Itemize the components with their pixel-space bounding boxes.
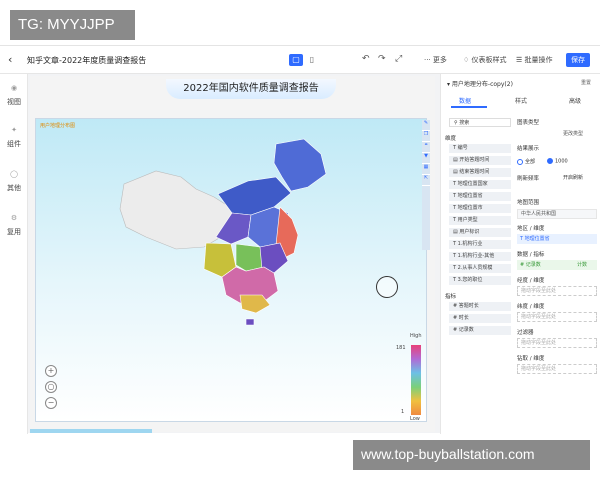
component-icon: ✦	[11, 126, 17, 134]
result-label: 结果展示	[517, 146, 540, 152]
color-legend-bar	[411, 345, 421, 415]
reuse-icon: ⚙	[10, 214, 18, 222]
save-button[interactable]: 保存	[566, 53, 590, 67]
legend-low-label: Low	[410, 416, 420, 422]
desktop-mode-icon[interactable]: ▢	[289, 54, 303, 66]
field-item[interactable]: T 1.机构行业	[449, 240, 511, 249]
panel-header: ▾ 用户地理分布-copy(2)	[447, 81, 513, 88]
field-item[interactable]: T 地理位置省	[449, 192, 511, 201]
fullscreen-icon[interactable]: ⤢	[395, 54, 402, 64]
watermark-top: TG: MYYJJPP	[10, 10, 135, 40]
chart-config: 图表类型 更改类型 结果展示 全部 1000 刷新频率 开启刷新 地图范围 中华…	[517, 114, 599, 434]
result-all-option[interactable]: 全部	[517, 158, 535, 165]
document-title: 知乎文章-2022年度质量调查报告	[27, 56, 147, 65]
legend-high-label: High	[410, 333, 422, 339]
tab-advanced[interactable]: 高级	[569, 96, 581, 105]
latitude-dropzone[interactable]: 拖动字段至此处	[517, 312, 597, 322]
reset-button[interactable]: 重置	[581, 79, 591, 86]
zoom-reset-button[interactable]: ○	[45, 381, 57, 393]
map-range-label: 地图范围	[517, 200, 540, 206]
dashboard-style-button[interactable]: ♢ 仪表板样式	[463, 55, 507, 65]
link-icon[interactable]: ⚭	[422, 142, 430, 153]
app-screenshot: ‹ 知乎文章-2022年度质量调查报告 ▢ ▯ ↶ ↷ ⤢ ··· 更多 ♢ 仪…	[0, 45, 600, 434]
region-field-chip[interactable]: T 地理位置省	[517, 234, 597, 244]
longitude-label: 经度 / 维度	[517, 278, 545, 284]
legend-min-value: 1	[401, 409, 405, 415]
chart-type-select[interactable]: 更改类型	[563, 130, 583, 137]
refresh-toggle[interactable]: 开启刷新	[563, 174, 583, 181]
field-item[interactable]: T 编号	[449, 144, 511, 153]
field-item[interactable]: T 1.机构行业-其他	[449, 252, 511, 261]
latitude-label: 纬度 / 维度	[517, 304, 545, 310]
more-button[interactable]: ··· 更多	[424, 55, 447, 65]
next-widget-edge	[30, 429, 152, 433]
undo-icon[interactable]: ↶	[362, 54, 370, 64]
chart-type-label: 图表类型	[517, 120, 540, 126]
legend-max-value: 181	[396, 345, 406, 351]
result-count-option[interactable]: 1000	[547, 158, 568, 165]
dimension-section-label: 维度	[445, 136, 457, 142]
china-map	[119, 138, 327, 326]
field-item[interactable]: T 地理位置市	[449, 204, 511, 213]
field-item[interactable]: T 2.从事人员规模	[449, 264, 511, 273]
back-arrow-icon[interactable]: ‹	[8, 53, 12, 66]
field-item[interactable]: T 地理位置国家	[449, 180, 511, 189]
nav-component[interactable]: ✦ 组件	[0, 126, 28, 149]
longitude-dropzone[interactable]: 拖动字段至此处	[517, 286, 597, 296]
region-label: 地区 / 维度	[517, 226, 545, 232]
map-widget[interactable]: 用户地理分布图 + ○ − High 181 1 Low	[35, 118, 427, 422]
batch-operation-button[interactable]: ☰ 批量操作	[516, 55, 553, 65]
mouse-cursor-highlight	[376, 276, 398, 298]
zoom-in-button[interactable]: +	[45, 365, 57, 377]
tab-data[interactable]: 数据	[459, 96, 471, 105]
export-icon[interactable]: ⇱	[422, 175, 430, 186]
radio-count[interactable]	[547, 158, 553, 164]
measure-item[interactable]: # 答题时长	[449, 302, 511, 311]
edit-icon[interactable]: ✎	[422, 120, 430, 131]
field-item[interactable]: ▤ 开始答题时间	[449, 156, 511, 165]
dashboard-canvas: 2022年国内软件质量调查报告 用户地理分布图 + ○ − High 181 1…	[30, 76, 435, 432]
active-tab-indicator	[451, 106, 487, 108]
filter-label: 过滤器	[517, 330, 534, 336]
other-icon: ◯	[10, 170, 18, 178]
field-item[interactable]: T 3.您的职位	[449, 276, 511, 285]
field-item[interactable]: ▤ 用户标识	[449, 228, 511, 237]
measure-section-label: 指标	[445, 294, 457, 300]
properties-panel: ▾ 用户地理分布-copy(2) 重置 数据 样式 高级 ⚲ 搜索 维度 T 编…	[440, 74, 600, 434]
nav-other[interactable]: ◯ 其他	[0, 170, 28, 193]
refresh-label: 刷新频率	[517, 176, 540, 182]
mobile-mode-icon[interactable]: ▯	[305, 54, 319, 66]
radio-all[interactable]	[517, 158, 523, 165]
report-title[interactable]: 2022年国内软件质量调查报告	[166, 79, 336, 99]
field-list: ⚲ 搜索 维度 T 编号 ▤ 开始答题时间 ▤ 结束答题时间 T 地理位置国家 …	[443, 114, 513, 434]
widget-mini-toolbar: ✎ ❐ ⚭ ▼ ▦ ⇱	[422, 120, 430, 250]
chart-icon[interactable]: ▦	[422, 164, 430, 175]
measure-item[interactable]: # 时长	[449, 314, 511, 323]
drill-label: 钻取 / 维度	[517, 356, 545, 362]
copy-icon[interactable]: ❐	[422, 131, 430, 142]
field-item[interactable]: T 用户类型	[449, 216, 511, 225]
search-input[interactable]: ⚲ 搜索	[449, 118, 511, 127]
data-metric-label: 数据 / 指标	[517, 252, 545, 258]
measure-item[interactable]: # 记录数	[449, 326, 511, 335]
redo-icon[interactable]: ↷	[378, 54, 386, 64]
eye-icon: ◉	[10, 84, 18, 92]
zoom-out-button[interactable]: −	[45, 397, 57, 409]
map-region-hainan	[245, 318, 255, 326]
drill-dropzone[interactable]: 拖动字段至此处	[517, 364, 597, 374]
tab-style[interactable]: 样式	[515, 96, 527, 105]
map-range-select[interactable]: 中华人民共和国	[517, 209, 597, 219]
filter-dropzone[interactable]: 拖动字段至此处	[517, 338, 597, 348]
filter-icon[interactable]: ▼	[422, 153, 430, 164]
watermark-bottom: www.top-buyballstation.com	[353, 440, 590, 470]
left-nav: ◉ 视图 ✦ 组件 ◯ 其他 ⚙ 复用	[0, 74, 28, 434]
data-field-chip[interactable]: # 记录数 计数	[517, 260, 597, 270]
field-item[interactable]: ▤ 结束答题时间	[449, 168, 511, 177]
top-toolbar: ‹ 知乎文章-2022年度质量调查报告 ▢ ▯ ↶ ↷ ⤢ ··· 更多 ♢ 仪…	[0, 46, 600, 74]
nav-view[interactable]: ◉ 视图	[0, 84, 28, 107]
nav-reuse[interactable]: ⚙ 复用	[0, 214, 28, 237]
